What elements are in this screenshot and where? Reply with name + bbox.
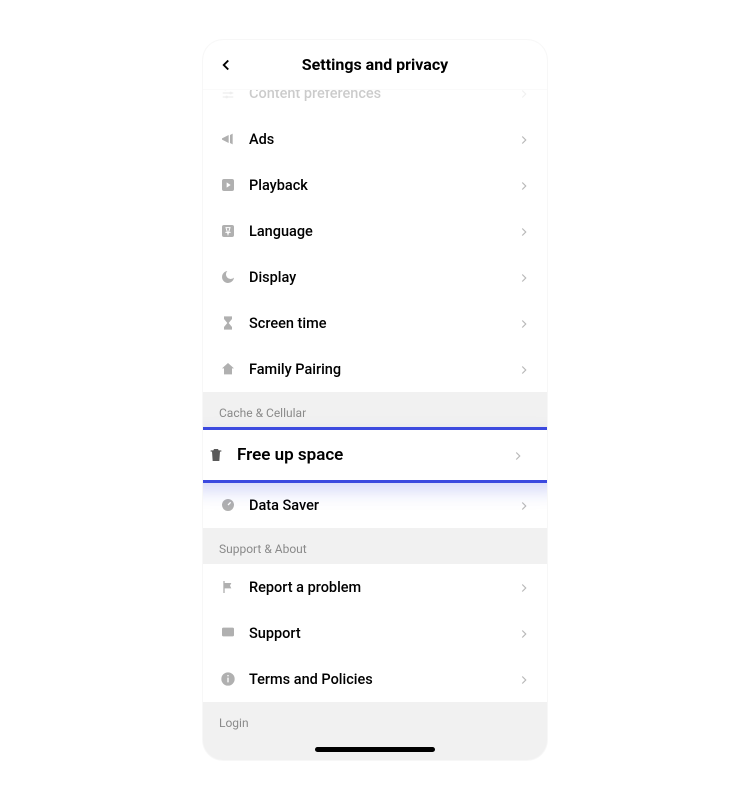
- settings-row-playback[interactable]: Playback: [203, 162, 547, 208]
- chevron-right-icon: [517, 178, 531, 192]
- settings-row-content-preferences[interactable]: Content preferences: [203, 90, 547, 116]
- chevron-right-icon: [517, 132, 531, 146]
- language-icon: [219, 222, 237, 240]
- section-header-login: Login: [203, 702, 547, 738]
- row-label: Playback: [249, 177, 517, 194]
- chevron-right-icon: [517, 224, 531, 238]
- hourglass-icon: [219, 314, 237, 332]
- chevron-right-icon: [511, 448, 525, 462]
- section-header-cache: Cache & Cellular: [203, 392, 547, 428]
- back-button[interactable]: [211, 50, 241, 80]
- trash-icon: [207, 446, 225, 464]
- chevron-right-icon: [517, 90, 531, 100]
- row-label: Support: [249, 625, 517, 642]
- chevron-right-icon: [517, 362, 531, 376]
- settings-row-display[interactable]: Display: [203, 254, 547, 300]
- row-label: Content preferences: [249, 90, 517, 102]
- header: Settings and privacy: [203, 40, 547, 90]
- home-indicator: [315, 747, 435, 752]
- chevron-right-icon: [517, 672, 531, 686]
- chat-icon: [219, 624, 237, 642]
- row-label: Family Pairing: [249, 361, 517, 378]
- row-label: Free up space: [237, 445, 511, 465]
- settings-row-language[interactable]: Language: [203, 208, 547, 254]
- settings-group-top: Content preferences Ads Playback Languag…: [203, 90, 547, 392]
- settings-row-screen-time[interactable]: Screen time: [203, 300, 547, 346]
- settings-row-report-problem[interactable]: Report a problem: [203, 564, 547, 610]
- settings-row-family-pairing[interactable]: Family Pairing: [203, 346, 547, 392]
- chevron-right-icon: [517, 626, 531, 640]
- phone-frame: Settings and privacy Content preferences…: [203, 40, 547, 760]
- moon-icon: [219, 268, 237, 286]
- row-label: Language: [249, 223, 517, 240]
- back-icon: [217, 56, 235, 74]
- settings-group-support: Report a problem Support Terms and Polic…: [203, 564, 547, 702]
- settings-row-terms[interactable]: Terms and Policies: [203, 656, 547, 702]
- row-label: Display: [249, 269, 517, 286]
- chevron-right-icon: [517, 270, 531, 284]
- row-label: Screen time: [249, 315, 517, 332]
- scroll-area[interactable]: Content preferences Ads Playback Languag…: [203, 90, 547, 760]
- info-icon: [219, 670, 237, 688]
- settings-group-cache: Free up space Data Saver: [203, 428, 547, 528]
- settings-row-ads[interactable]: Ads: [203, 116, 547, 162]
- section-header-support: Support & About: [203, 528, 547, 564]
- sliders-icon: [219, 90, 237, 102]
- chevron-right-icon: [517, 498, 531, 512]
- page-title: Settings and privacy: [302, 55, 448, 74]
- chevron-right-icon: [517, 580, 531, 594]
- row-label: Report a problem: [249, 579, 517, 596]
- row-label: Ads: [249, 131, 517, 148]
- settings-row-support[interactable]: Support: [203, 610, 547, 656]
- flag-icon: [219, 578, 237, 596]
- row-label: Data Saver: [249, 497, 517, 514]
- home-icon: [219, 360, 237, 378]
- row-label: Terms and Policies: [249, 671, 517, 688]
- settings-row-data-saver[interactable]: Data Saver: [203, 482, 547, 528]
- play-icon: [219, 176, 237, 194]
- gauge-icon: [219, 496, 237, 514]
- chevron-right-icon: [517, 316, 531, 330]
- megaphone-icon: [219, 130, 237, 148]
- settings-row-free-up-space[interactable]: Free up space: [203, 428, 547, 482]
